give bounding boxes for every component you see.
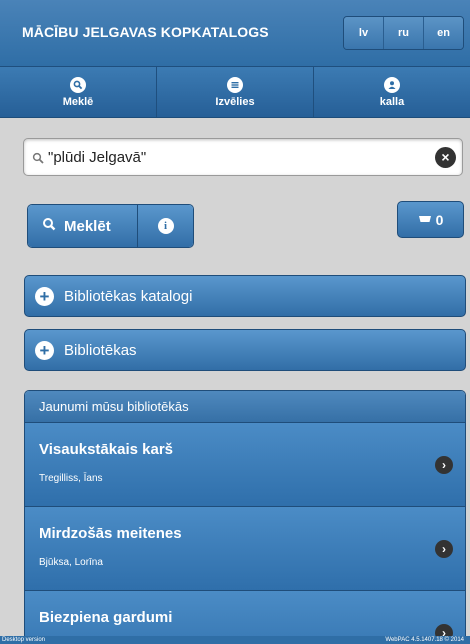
list-icon (227, 76, 243, 93)
book-author: Tregilliss, Īans (39, 473, 103, 484)
basket-count: 0 (435, 211, 444, 228)
user-icon (384, 76, 400, 93)
book-author: Bjūksa, Lorīna (39, 557, 103, 568)
info-button[interactable]: i (138, 205, 193, 247)
search-icon (42, 217, 56, 236)
book-title: Biezpiena gardumi (39, 609, 173, 626)
news-header: Jaunumi mūsu bibliotēkās (25, 391, 465, 423)
plus-icon: + (35, 286, 54, 306)
list-item[interactable]: Mirdzošās meitenes Bjūksa, Lorīna › (25, 507, 465, 591)
search-button-label: Meklēt (64, 217, 111, 235)
search-value: "plūdi Jelgavā" (48, 149, 147, 166)
nav-search[interactable]: Meklē (0, 67, 157, 117)
plus-icon: + (35, 340, 54, 360)
chevron-right-icon: › (435, 456, 453, 474)
lang-ru-button[interactable]: ru (384, 17, 424, 49)
navbar: Meklē Izvēlies kalla (0, 66, 470, 118)
book-title: Mirdzošās meitenes (39, 525, 182, 542)
library-catalogs-collapsible[interactable]: + Bibliotēkas katalogi (24, 275, 466, 317)
app-header: MĀCĪBU JELGAVAS KOPKATALOGS lv ru en (0, 0, 470, 66)
list-item[interactable]: Visaukstākais karš Tregilliss, Īans › (25, 423, 465, 507)
news-list: Jaunumi mūsu bibliotēkās Visaukstākais k… (24, 390, 466, 644)
lang-en-button[interactable]: en (424, 17, 463, 49)
basket-icon (418, 211, 432, 229)
app-title: MĀCĪBU JELGAVAS KOPKATALOGS (22, 24, 269, 40)
libraries-collapsible[interactable]: + Bibliotēkas (24, 329, 466, 371)
info-icon: i (157, 218, 174, 234)
search-input[interactable]: "plūdi Jelgavā" × (23, 138, 463, 176)
library-catalogs-label: Bibliotēkas katalogi (64, 287, 193, 305)
chevron-right-icon: › (435, 540, 453, 558)
footer: Desktop version WebPAC 4.5.1407.18 © 201… (0, 636, 470, 644)
nav-search-label: Meklē (62, 95, 94, 108)
desktop-version-link[interactable]: Desktop version (2, 636, 45, 644)
version-text: WebPAC 4.5.1407.18 © 2014 (385, 637, 464, 643)
basket-button[interactable]: 0 (397, 201, 464, 238)
libraries-label: Bibliotēkas (64, 341, 137, 359)
search-button-group: Meklēt i (27, 204, 194, 248)
nav-user-label: kalla (379, 95, 405, 108)
clear-icon[interactable]: × (435, 147, 456, 168)
search-button[interactable]: Meklēt (28, 205, 138, 247)
language-switcher: lv ru en (343, 16, 464, 50)
search-icon (32, 151, 44, 169)
lang-lv-button[interactable]: lv (344, 17, 384, 49)
nav-select[interactable]: Izvēlies (157, 67, 314, 117)
nav-select-label: Izvēlies (215, 95, 255, 108)
nav-user[interactable]: kalla (314, 67, 470, 117)
search-icon (70, 76, 86, 93)
book-title: Visaukstākais karš (39, 441, 173, 458)
